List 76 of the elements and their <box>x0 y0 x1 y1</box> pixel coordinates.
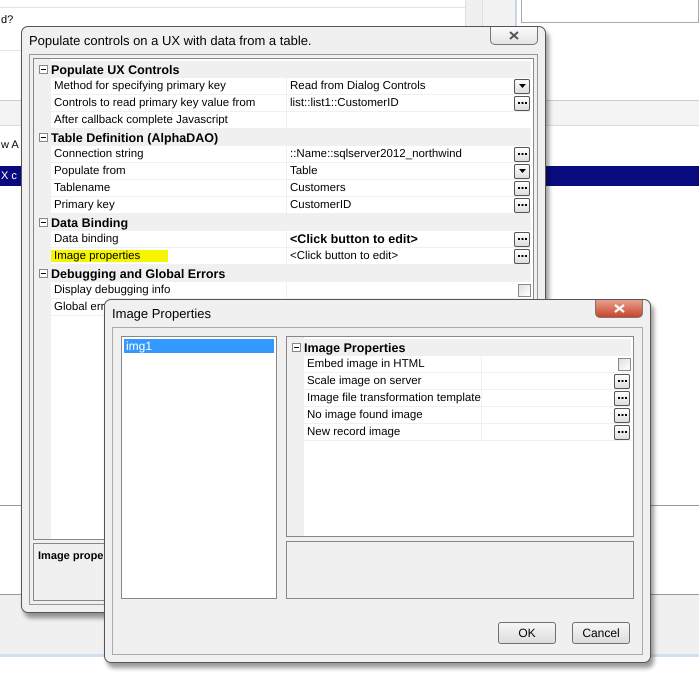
property-label: Display debugging info <box>54 284 170 296</box>
property-value: <Click button to edit> <box>290 232 418 246</box>
property-label: Scale image on server <box>307 375 422 387</box>
window-title: Populate controls on a UX with data from a table. <box>29 33 312 48</box>
close-icon <box>614 304 624 313</box>
property-row[interactable]: Connection string ::Name::sqlserver2012_northwind <box>36 146 531 163</box>
dialog-button[interactable]: Cancel <box>572 622 630 644</box>
collapse-icon[interactable] <box>39 218 48 227</box>
property-value: <Click button to edit> <box>290 250 398 262</box>
group-title: Data Binding <box>51 216 128 230</box>
checkbox[interactable] <box>518 284 531 296</box>
collapse-icon[interactable] <box>292 343 301 352</box>
property-row[interactable]: New record image <box>289 424 631 441</box>
property-label: Data binding <box>54 233 119 245</box>
collapse-icon[interactable] <box>39 269 48 278</box>
property-row[interactable]: No image found image <box>289 407 631 424</box>
browse-button[interactable] <box>614 424 630 440</box>
group-header[interactable]: Image Properties <box>289 339 631 356</box>
group-header[interactable]: Debugging and Global Errors <box>36 265 531 282</box>
browse-button[interactable] <box>514 198 530 212</box>
group-title: Populate UX Controls <box>51 62 180 76</box>
property-row[interactable]: Tablename Customers <box>36 180 531 197</box>
property-label: Populate from <box>54 165 126 177</box>
browse-button[interactable] <box>614 390 630 406</box>
group-title: Debugging and Global Errors <box>51 266 226 280</box>
property-label: Image file transformation template <box>307 392 481 404</box>
property-label: Connection string <box>54 148 144 160</box>
browse-button[interactable] <box>514 96 530 110</box>
collapse-icon[interactable] <box>39 65 48 74</box>
property-row[interactable]: Image file transformation template <box>289 390 631 407</box>
property-row[interactable]: Populate from Table <box>36 163 531 180</box>
description-title: Image prope <box>38 550 104 562</box>
window-title: Image Properties <box>112 306 211 321</box>
caret-icon <box>518 169 526 173</box>
property-row[interactable]: Method for specifying primary key Read from Dialog Controls <box>36 78 531 95</box>
browse-button[interactable] <box>514 232 530 246</box>
property-label: Controls to read primary key value from <box>54 97 256 109</box>
close-icon <box>509 31 519 40</box>
dropdown-button[interactable] <box>514 164 530 178</box>
property-row[interactable]: Data binding <Click button to edit> <box>36 231 531 248</box>
group-title: Table Definition (AlphaDAO) <box>51 130 218 144</box>
close-button[interactable] <box>595 300 643 318</box>
property-label: Image properties <box>51 250 168 262</box>
group-header[interactable]: Data Binding <box>36 214 531 231</box>
property-label: Tablename <box>54 182 110 194</box>
property-row[interactable]: Scale image on server <box>289 373 631 390</box>
property-label: New record image <box>307 426 400 438</box>
property-value: Read from Dialog Controls <box>290 80 426 92</box>
property-value: list::list1::CustomerID <box>290 97 399 109</box>
property-value: Table <box>290 165 318 177</box>
browse-button[interactable] <box>614 374 630 388</box>
checkbox[interactable] <box>618 358 631 370</box>
property-value: CustomerID <box>290 199 352 211</box>
property-row[interactable]: Embed image in HTML <box>289 356 631 373</box>
browse-button[interactable] <box>514 146 530 162</box>
list-row[interactable]: d? <box>0 10 699 30</box>
property-label: Embed image in HTML <box>307 358 425 370</box>
property-label: Primary key <box>54 199 115 211</box>
group-header[interactable]: Populate UX Controls <box>36 61 531 78</box>
close-button[interactable] <box>490 27 538 45</box>
property-label: No image found image <box>307 409 423 421</box>
property-value: Customers <box>290 182 346 194</box>
text-field[interactable] <box>521 0 699 23</box>
group-header[interactable]: Table Definition (AlphaDAO) <box>36 129 531 146</box>
browse-button[interactable] <box>514 248 530 264</box>
collapse-icon[interactable] <box>39 133 48 142</box>
dropdown-button[interactable] <box>514 78 530 94</box>
browse-button[interactable] <box>614 408 630 422</box>
property-row[interactable]: Controls to read primary key value from list::list1::CustomerID <box>36 95 531 112</box>
group-title: Image Properties <box>304 340 406 354</box>
caret-icon <box>518 84 526 88</box>
property-value: ::Name::sqlserver2012_northwind <box>290 148 462 160</box>
property-label: After callback complete Javascript <box>54 114 228 126</box>
property-label: Method for specifying primary key <box>54 80 226 92</box>
browse-button[interactable] <box>514 180 530 196</box>
dialog-button[interactable]: OK <box>498 622 556 644</box>
